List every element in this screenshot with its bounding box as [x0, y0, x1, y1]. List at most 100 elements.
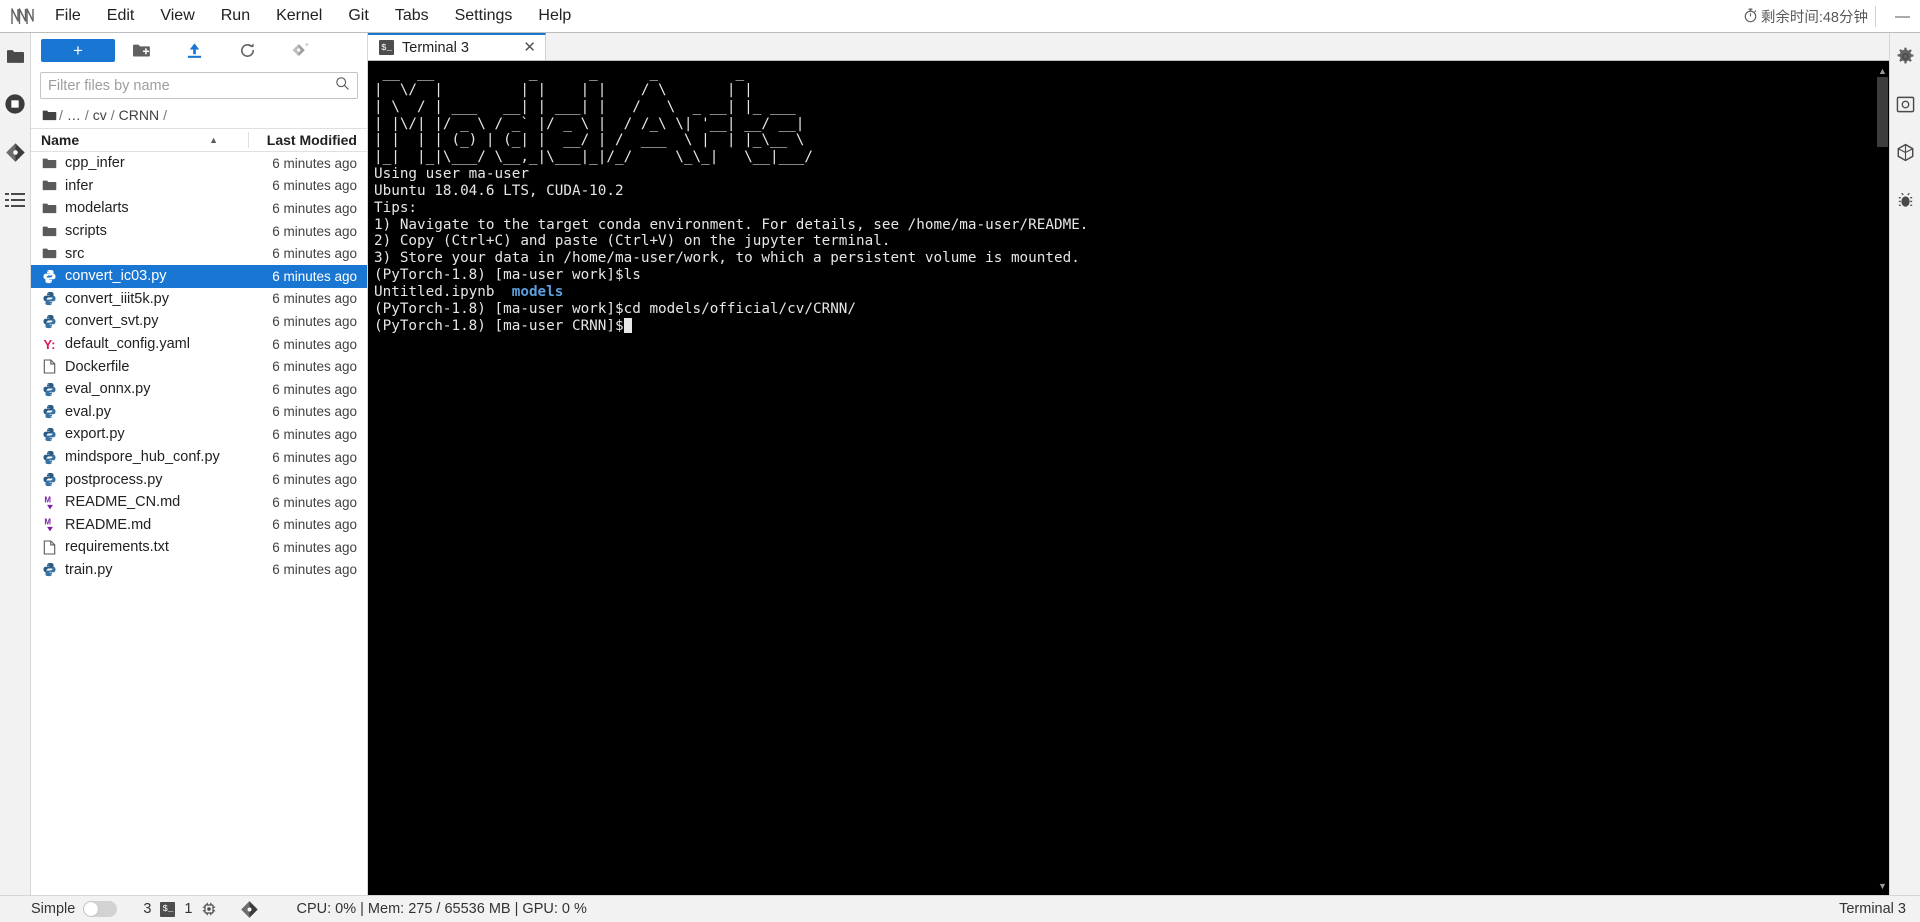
file-filter-box[interactable] — [40, 72, 358, 99]
table-row[interactable]: export.py 6 minutes ago — [31, 423, 367, 446]
table-row[interactable]: eval_onnx.py 6 minutes ago — [31, 378, 367, 401]
refresh-icon[interactable] — [221, 37, 274, 65]
table-row[interactable]: convert_svt.py 6 minutes ago — [31, 310, 367, 333]
table-row[interactable]: convert_iiit5k.py 6 minutes ago — [31, 288, 367, 311]
table-row[interactable]: train.py 6 minutes ago — [31, 559, 367, 582]
git-icon[interactable] — [240, 900, 259, 919]
table-row[interactable]: cpp_infer 6 minutes ago — [31, 152, 367, 175]
file-modified-cell: 6 minutes ago — [272, 291, 357, 307]
folder-file-icon — [41, 157, 58, 170]
file-browser-toolbar: + + — [31, 33, 367, 68]
file-name-cell: convert_iiit5k.py — [41, 291, 249, 307]
extension-manager-icon[interactable] — [1892, 139, 1918, 165]
scroll-down-icon[interactable]: ▼ — [1877, 880, 1888, 891]
python-file-icon — [41, 450, 58, 465]
table-row[interactable]: Dockerfile 6 minutes ago — [31, 355, 367, 378]
right-sidebar-rail — [1889, 33, 1920, 895]
file-name-cell: convert_ic03.py — [41, 268, 249, 284]
terminal-icon[interactable]: $_ — [160, 901, 176, 917]
file-name-label: requirements.txt — [65, 539, 169, 556]
column-header-name[interactable]: Name ▲ — [41, 132, 249, 148]
terminal-scrollbar[interactable]: ▲ ▼ — [1876, 61, 1889, 895]
git-icon[interactable] — [2, 139, 28, 165]
file-modified-cell: 6 minutes ago — [272, 494, 357, 510]
file-name-cell: cpp_infer — [41, 155, 249, 171]
table-row[interactable]: eval.py 6 minutes ago — [31, 401, 367, 424]
table-of-contents-icon[interactable] — [2, 187, 28, 213]
python-file-icon — [41, 314, 58, 329]
menu-git[interactable]: Git — [335, 3, 381, 29]
minimize-button[interactable]: — — [1895, 0, 1910, 33]
menu-kernel[interactable]: Kernel — [263, 3, 335, 29]
menu-run[interactable]: Run — [208, 3, 263, 29]
running-terminals-icon[interactable] — [2, 91, 28, 117]
tab-terminal-3[interactable]: $_ Terminal 3 ✕ — [368, 33, 546, 60]
table-row[interactable]: infer 6 minutes ago — [31, 175, 367, 198]
table-row[interactable]: scripts 6 minutes ago — [31, 220, 367, 243]
close-icon[interactable]: ✕ — [523, 40, 536, 55]
table-row[interactable]: requirements.txt 6 minutes ago — [31, 536, 367, 559]
search-input[interactable] — [48, 77, 335, 94]
file-modified-cell: 6 minutes ago — [272, 404, 357, 420]
main-body: + + Filter files by name / … / cv / CRNN… — [0, 33, 1920, 895]
menu-tabs[interactable]: Tabs — [382, 3, 442, 29]
terminal-output: __ __ _ _ _ _ | \/ | | | | | / \ | | | \… — [374, 65, 1889, 335]
menu-edit[interactable]: Edit — [94, 3, 148, 29]
terminal-panel[interactable]: __ __ _ _ _ _ | \/ | | | | | / \ | | | \… — [368, 61, 1889, 895]
table-row[interactable]: M README.md 6 minutes ago — [31, 514, 367, 537]
terminal-banner-line: |_| |_|\___/ \__,_|\___|_|/_/ \_\_| \__|… — [374, 149, 813, 166]
breadcrumb-sep-3: / — [163, 107, 168, 123]
table-row[interactable]: src 6 minutes ago — [31, 242, 367, 265]
menu-file[interactable]: File — [42, 3, 94, 29]
terminal-line: 3) Store your data in /home/ma-user/work… — [374, 250, 1080, 267]
menu-settings[interactable]: Settings — [442, 3, 526, 29]
upload-icon[interactable] — [168, 37, 221, 65]
menu-view[interactable]: View — [147, 3, 207, 29]
scrollbar-thumb[interactable] — [1877, 77, 1888, 147]
folder-file-icon — [41, 202, 58, 215]
new-folder-icon[interactable] — [115, 37, 168, 65]
property-inspector-icon[interactable] — [1892, 91, 1918, 117]
python-file-icon — [41, 427, 58, 442]
svg-text:M: M — [44, 495, 51, 504]
python-file-icon — [41, 562, 58, 577]
settings-gear-icon[interactable] — [1892, 43, 1918, 69]
file-modified-cell: 6 minutes ago — [272, 200, 357, 216]
table-row[interactable]: Y: default_config.yaml 6 minutes ago — [31, 333, 367, 356]
python-file-icon — [41, 404, 58, 419]
file-name-cell: M README.md — [41, 517, 249, 533]
table-row[interactable]: modelarts 6 minutes ago — [31, 197, 367, 220]
git-clone-icon[interactable]: + — [274, 37, 327, 65]
scroll-up-icon[interactable]: ▲ — [1877, 65, 1888, 76]
breadcrumb-cv[interactable]: cv — [89, 107, 111, 123]
file-name-cell: eval.py — [41, 404, 249, 420]
file-name-label: convert_iiit5k.py — [65, 290, 169, 307]
table-row[interactable]: convert_ic03.py 6 minutes ago — [31, 264, 367, 288]
kernel-icon[interactable] — [201, 901, 217, 917]
column-header-last-modified[interactable]: Last Modified — [249, 132, 367, 148]
file-browser-icon[interactable] — [2, 43, 28, 69]
file-name-cell: postprocess.py — [41, 472, 249, 488]
new-launcher-button[interactable]: + — [41, 39, 115, 62]
menu-help[interactable]: Help — [525, 3, 584, 29]
file-name-label: infer — [65, 177, 94, 194]
simple-mode-toggle[interactable] — [83, 901, 118, 917]
table-row[interactable]: M README_CN.md 6 minutes ago — [31, 491, 367, 514]
terminal-icon: $_ — [379, 40, 394, 55]
file-list[interactable]: cpp_infer 6 minutes ago infer 6 minutes ago… — [31, 152, 367, 895]
terminal-line: (PyTorch-1.8) [ma-user work]$ls — [374, 267, 641, 284]
terminal-banner-line: | |\/| |/ _ \ / _` |/ _ \ | / /_\ \| '__… — [374, 115, 805, 132]
file-name-label: src — [65, 245, 85, 262]
debugger-icon[interactable] — [1892, 187, 1918, 213]
table-row[interactable]: postprocess.py 6 minutes ago — [31, 468, 367, 491]
breadcrumb-crnn[interactable]: CRNN — [115, 107, 163, 123]
toggle-knob — [84, 902, 99, 916]
terminal-line: 1) Navigate to the target conda environm… — [374, 216, 1089, 233]
file-name-label: README_CN.md — [65, 494, 181, 511]
folder-file-icon — [41, 247, 58, 260]
breadcrumb-ellipsis[interactable]: … — [63, 107, 85, 123]
left-sidebar-rail — [0, 33, 31, 895]
jupyterlab-window: File Edit View Run Kernel Git Tabs Setti… — [0, 0, 1920, 922]
breadcrumb-home-icon[interactable] — [42, 109, 57, 122]
table-row[interactable]: mindspore_hub_conf.py 6 minutes ago — [31, 446, 367, 469]
